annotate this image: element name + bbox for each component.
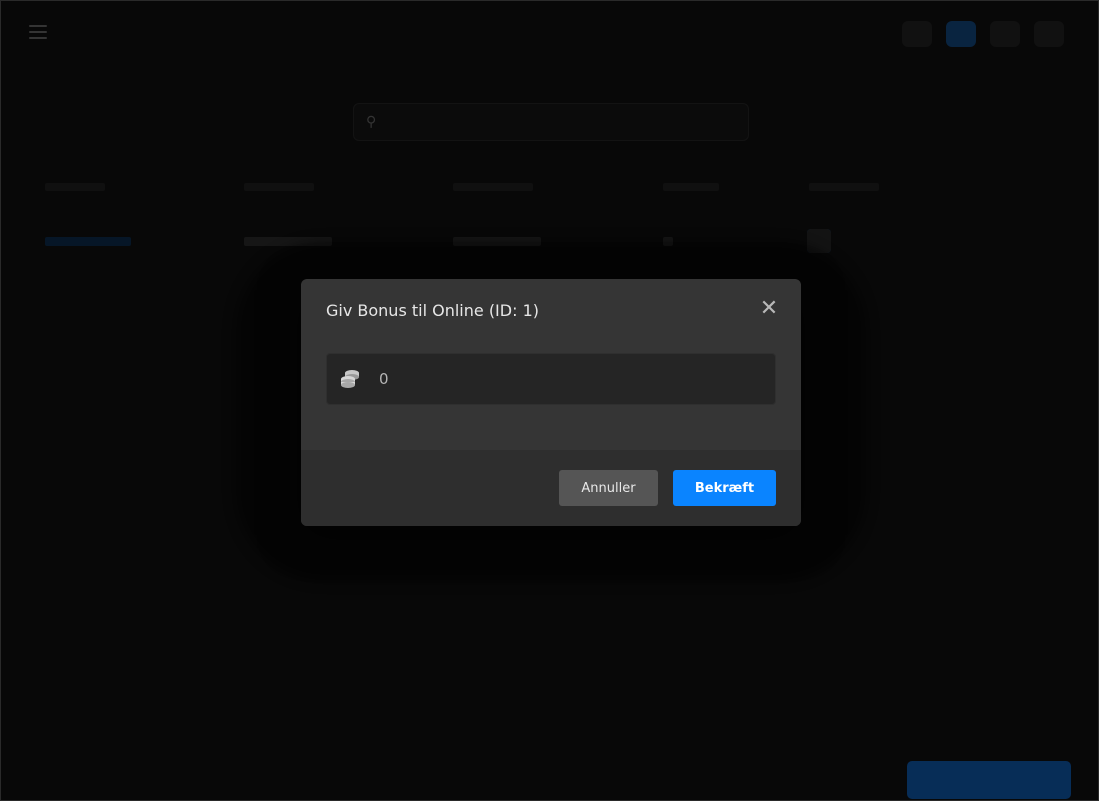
bonus-amount-field[interactable] (326, 353, 776, 405)
confirm-button[interactable]: Bekræft (673, 470, 776, 506)
dialog-title: Giv Bonus til Online (ID: 1) (326, 301, 539, 320)
bonus-amount-input[interactable] (377, 369, 761, 389)
app-window: ⚲ Giv Bonus til Online (ID: 1) ✕ (0, 0, 1099, 801)
coins-icon (341, 370, 359, 388)
dialog-footer: Annuller Bekræft (301, 450, 801, 526)
cancel-button[interactable]: Annuller (559, 470, 658, 506)
close-icon[interactable]: ✕ (759, 297, 779, 321)
bonus-dialog: Giv Bonus til Online (ID: 1) ✕ Annuller … (301, 279, 801, 526)
